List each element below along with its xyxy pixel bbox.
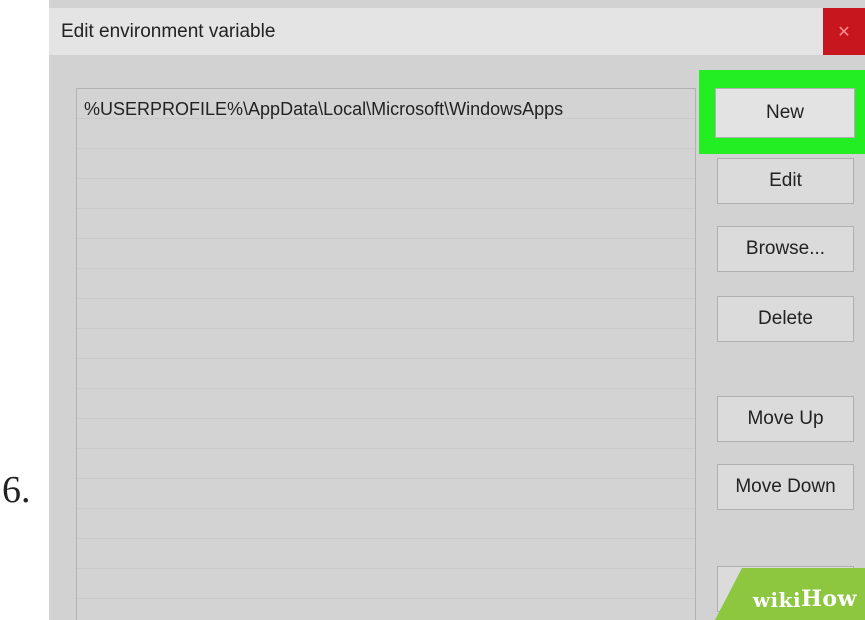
step-number: 6.	[2, 469, 31, 511]
new-button[interactable]: New	[715, 88, 855, 138]
title-bar: Edit environment variable ✕	[49, 8, 865, 55]
browse-button[interactable]: Browse...	[717, 226, 854, 272]
edit-button[interactable]: Edit	[717, 158, 854, 204]
watermark-how: How	[801, 586, 857, 612]
edit-environment-variable-dialog: Edit environment variable ✕ %USERPROFILE…	[49, 0, 865, 620]
dialog-title: Edit environment variable	[61, 21, 276, 42]
watermark-wiki: wiki	[752, 588, 802, 612]
move-up-button[interactable]: Move Up	[717, 396, 854, 442]
path-list[interactable]: %USERPROFILE%\AppData\Local\Microsoft\Wi…	[76, 88, 696, 620]
close-button[interactable]: ✕	[823, 8, 865, 55]
close-icon: ✕	[837, 23, 851, 41]
list-item[interactable]: %USERPROFILE%\AppData\Local\Microsoft\Wi…	[84, 99, 563, 120]
move-down-button[interactable]: Move Down	[717, 464, 854, 510]
delete-button[interactable]: Delete	[717, 296, 854, 342]
